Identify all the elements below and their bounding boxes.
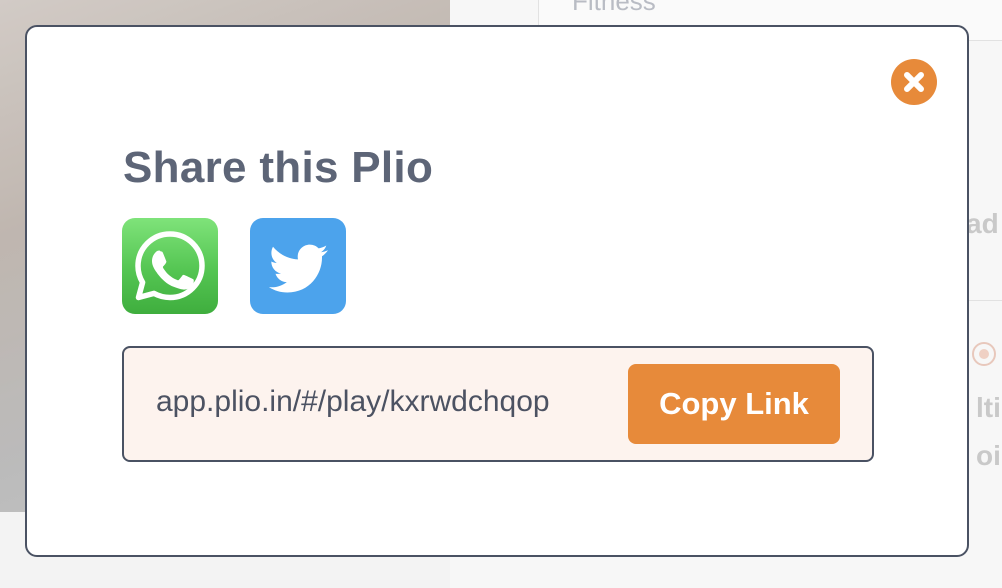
close-icon	[904, 72, 924, 92]
share-link-url[interactable]: app.plio.in/#/play/kxrwdchqop	[156, 385, 550, 419]
twitter-share-button[interactable]	[250, 218, 346, 314]
background-text-fragment: oi	[976, 440, 1001, 471]
share-link-box: app.plio.in/#/play/kxrwdchqop Copy Link	[122, 346, 874, 462]
whatsapp-icon	[135, 231, 205, 301]
background-text-fragment: ad	[966, 208, 999, 239]
background-text-fragment: lti	[976, 392, 1001, 423]
whatsapp-share-button[interactable]	[122, 218, 218, 314]
background-category-label: Fitness	[572, 0, 656, 16]
background-radio-option	[972, 342, 996, 366]
dialog-title: Share this Plio	[123, 143, 434, 192]
share-dialog: Share this Plio app.plio.in/#/play/kxrwd…	[25, 25, 969, 557]
close-button[interactable]	[891, 59, 937, 105]
copy-link-button[interactable]: Copy Link	[628, 364, 840, 444]
twitter-icon	[268, 244, 328, 293]
background-divider	[966, 300, 1002, 301]
